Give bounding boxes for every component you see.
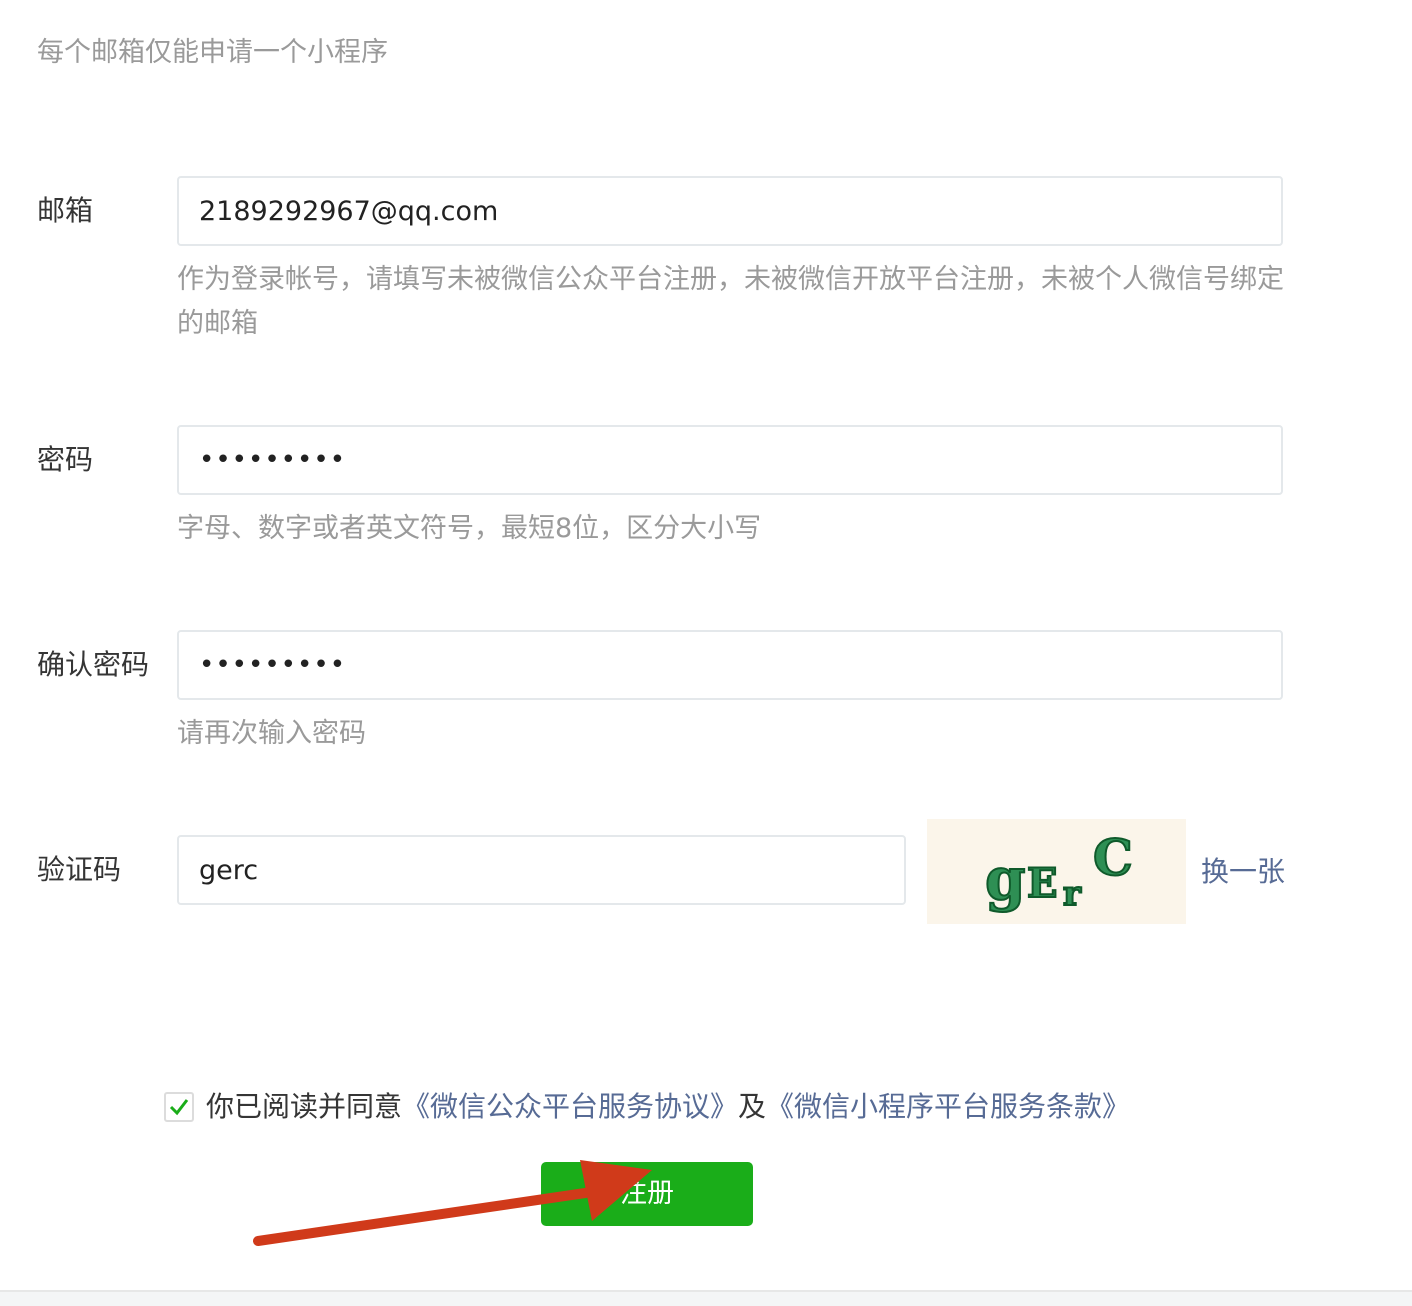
captcha-field[interactable] (177, 835, 906, 905)
notice-text: 每个邮箱仅能申请一个小程序 (37, 37, 388, 68)
service-agreement-link[interactable]: 《微信公众平台服务协议》 (402, 1090, 738, 1123)
captcha-glyph-c: C (1093, 828, 1133, 887)
register-button[interactable]: 注册 (541, 1162, 753, 1226)
password-tip: 字母、数字或者英文符号，最短8位，区分大小写 (177, 513, 762, 544)
agreement-joiner: 及 (738, 1090, 767, 1123)
refresh-captcha-link[interactable]: 换一张 (1201, 852, 1285, 892)
captcha-graphic: g E r C (984, 827, 1134, 915)
captcha-image[interactable]: g E r C (927, 819, 1186, 924)
captcha-glyph-r: r (1063, 874, 1082, 914)
confirm-password-label: 确认密码 (37, 648, 150, 681)
password-field[interactable] (177, 425, 1283, 495)
captcha-label: 验证码 (37, 853, 122, 886)
agreement-prefix: 你已阅读并同意 (206, 1090, 403, 1123)
email-field[interactable] (177, 176, 1283, 246)
captcha-glyph-g: g (985, 845, 1026, 913)
email-label: 邮箱 (37, 194, 94, 227)
confirm-password-tip: 请再次输入密码 (177, 718, 366, 749)
email-tip: 作为登录帐号，请填写未被微信公众平台注册，未被微信开放平台注册，未被个人微信号绑… (177, 264, 1284, 339)
agreement-checkbox[interactable] (164, 1092, 194, 1122)
confirm-password-field[interactable] (177, 630, 1283, 700)
password-label: 密码 (37, 443, 94, 476)
mini-program-terms-link[interactable]: 《微信小程序平台服务条款》 (766, 1090, 1130, 1123)
agreement-text: 你已阅读并同意《微信公众平台服务协议》及《微信小程序平台服务条款》 (206, 1086, 1130, 1128)
captcha-glyph-e: E (1027, 860, 1058, 907)
checkmark-icon (169, 1099, 189, 1116)
